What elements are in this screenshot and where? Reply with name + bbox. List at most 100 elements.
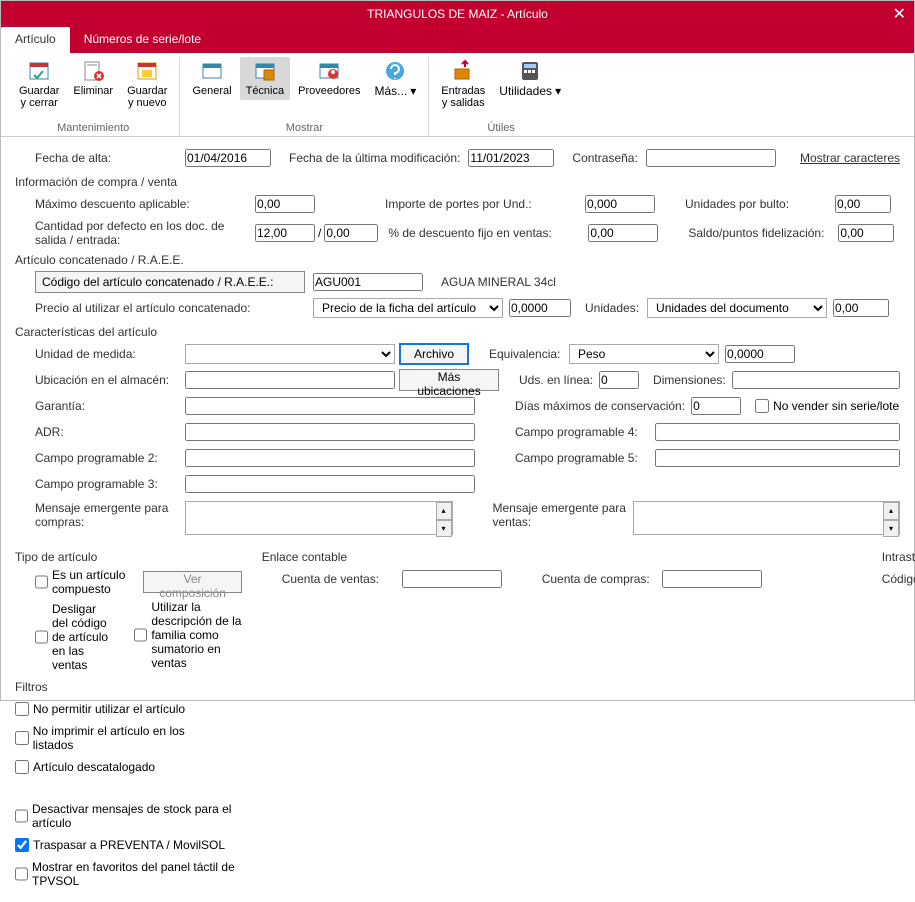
chk-usar-desc-familia[interactable]: Utilizar la descripción de la familia co…: [134, 600, 241, 670]
fecha-mod-input: [468, 149, 554, 167]
close-icon[interactable]: ✕: [893, 4, 906, 24]
tecnica-icon: [253, 59, 277, 83]
cuenta-ventas-input[interactable]: [402, 570, 502, 588]
lbl-dimensiones: Dimensiones:: [653, 373, 726, 387]
mas-icon: [383, 59, 407, 83]
titlebar: TRIANGULOS DE MAIZ - Artículo ✕: [1, 1, 914, 27]
lbl-importe-portes: Importe de portes por Und.:: [385, 197, 585, 211]
btn-guardar-cerrar[interactable]: Guardar y cerrar: [13, 57, 65, 111]
chk-compuesto[interactable]: Es un artículo compuesto: [35, 568, 143, 596]
ubic-input[interactable]: [185, 371, 395, 389]
chevron-down-icon: ▾: [410, 84, 416, 98]
ribbon-group-title: Útiles: [487, 120, 515, 136]
section-intrastat: Intrastat: [882, 550, 915, 564]
precio-concat-num: [509, 299, 571, 317]
chk-desligar[interactable]: Desligar del código de artículo en las v…: [35, 602, 114, 672]
lbl-uds-bulto: Unidades por bulto:: [685, 197, 835, 211]
proveedores-icon: [317, 59, 341, 83]
precio-concat-select[interactable]: Precio de la ficha del artículo: [313, 298, 503, 318]
btn-mas-ubic[interactable]: Más ubicaciones: [399, 369, 499, 391]
equiv-input[interactable]: [725, 345, 795, 363]
section-concat: Artículo concatenado / R.A.E.E.: [15, 253, 900, 267]
adr-input[interactable]: [185, 423, 475, 441]
lbl-fecha-alta: Fecha de alta:: [15, 151, 185, 165]
chk-desactivar-stock[interactable]: Desactivar mensajes de stock para el art…: [15, 802, 242, 830]
lbl-unidades: Unidades:: [585, 301, 639, 315]
btn-proveedores[interactable]: Proveedores: [292, 57, 366, 100]
section-tipo: Tipo de artículo: [15, 550, 242, 564]
btn-cod-concat[interactable]: Código del artículo concatenado / R.A.E.…: [35, 271, 305, 293]
chk-traspasar[interactable]: Traspasar a PREVENTA / MovilSOL: [15, 838, 225, 852]
spin-up-icon[interactable]: ▴: [883, 502, 899, 520]
importe-portes-input[interactable]: [585, 195, 655, 213]
entradas-icon: [451, 59, 475, 83]
dias-max-input[interactable]: [691, 397, 741, 415]
fecha-alta-input[interactable]: [185, 149, 271, 167]
cuenta-compras-input[interactable]: [662, 570, 762, 588]
btn-tecnica[interactable]: Técnica: [240, 57, 291, 100]
chk-descatalogado[interactable]: Artículo descatalogado: [15, 760, 155, 774]
unidades-select[interactable]: Unidades del documento: [647, 298, 827, 318]
lbl-contrasena: Contraseña:: [572, 151, 637, 165]
window-title: TRIANGULOS DE MAIZ - Artículo: [367, 7, 548, 21]
lbl-saldo: Saldo/puntos fidelización:: [688, 226, 838, 240]
btn-ver-composicion: Ver composición: [143, 571, 241, 593]
spin-down-icon[interactable]: ▾: [436, 520, 452, 538]
ribbon-group-title: Mantenimiento: [57, 120, 129, 136]
dimensiones-input[interactable]: [732, 371, 900, 389]
btn-eliminar[interactable]: Eliminar: [67, 57, 119, 111]
btn-mas[interactable]: Más... ▾: [369, 57, 423, 100]
link-mostrar-caracteres[interactable]: Mostrar caracteres: [800, 151, 900, 165]
msg-compras-input[interactable]: [185, 501, 453, 535]
lbl-max-desc: Máximo descuento aplicable:: [35, 197, 255, 211]
form-body: Fecha de alta: Fecha de la última modifi…: [1, 137, 914, 902]
tab-series[interactable]: Números de serie/lote: [70, 27, 215, 53]
ribbon-group-mantenimiento: Guardar y cerrar Eliminar Guardar y nuev…: [7, 57, 180, 136]
spin-down-icon[interactable]: ▾: [883, 520, 899, 538]
btn-guardar-nuevo[interactable]: Guardar y nuevo: [121, 57, 173, 111]
desc-fijo-input[interactable]: [588, 224, 658, 242]
lbl-msg-compras: Mensaje emergente para compras:: [35, 501, 185, 529]
lbl-precio-concat: Precio al utilizar el artículo concatena…: [35, 301, 295, 315]
lbl-cn8: Código estadístico CN8:: [882, 572, 915, 586]
ribbon-group-utiles: Entradas y salidas Utilidades ▾ Útiles: [429, 57, 573, 136]
utilidades-icon: [518, 59, 542, 83]
btn-utilidades[interactable]: Utilidades ▾: [493, 57, 567, 111]
tab-articulo[interactable]: Artículo: [1, 27, 70, 53]
max-desc-input[interactable]: [255, 195, 315, 213]
section-info-compra: Información de compra / venta: [15, 175, 900, 189]
uds-bulto-input[interactable]: [835, 195, 891, 213]
lbl-cp5: Campo programable 5:: [515, 451, 655, 465]
unidades-num: [833, 299, 889, 317]
ribbon-group-mostrar: General Técnica Proveedores Más... ▾ Mos…: [180, 57, 429, 136]
um-select[interactable]: [185, 344, 395, 364]
lbl-cuenta-compras: Cuenta de compras:: [542, 572, 662, 586]
cant-def-salida-input[interactable]: [255, 224, 315, 242]
garantia-input[interactable]: [185, 397, 475, 415]
lbl-fecha-mod: Fecha de la última modificación:: [289, 151, 460, 165]
uds-linea-input[interactable]: [599, 371, 639, 389]
lbl-garantia: Garantía:: [35, 399, 185, 413]
lbl-adr: ADR:: [35, 425, 185, 439]
equiv-select[interactable]: Peso: [569, 344, 719, 364]
cp4-input[interactable]: [655, 423, 900, 441]
btn-entradas-salidas[interactable]: Entradas y salidas: [435, 57, 491, 111]
chk-favoritos[interactable]: Mostrar en favoritos del panel táctil de…: [15, 860, 242, 888]
btn-archivo[interactable]: Archivo: [399, 343, 469, 365]
lbl-ubic: Ubicación en el almacén:: [35, 373, 185, 387]
spin-up-icon[interactable]: ▴: [436, 502, 452, 520]
cod-concat-input[interactable]: [313, 273, 423, 291]
saldo-input[interactable]: [838, 224, 894, 242]
lbl-dias-max: Días máximos de conservación:: [515, 399, 685, 413]
contrasena-input[interactable]: [646, 149, 776, 167]
lbl-uds-linea: Uds. en línea:: [519, 373, 593, 387]
chk-no-imprimir[interactable]: No imprimir el artículo en los listados: [15, 724, 225, 752]
cp2-input[interactable]: [185, 449, 475, 467]
btn-general[interactable]: General: [186, 57, 237, 100]
chk-no-vender[interactable]: No vender sin serie/lote: [755, 399, 899, 413]
chk-no-permitir[interactable]: No permitir utilizar el artículo: [15, 702, 185, 716]
cp5-input[interactable]: [655, 449, 900, 467]
cant-def-entrada-input[interactable]: [324, 224, 378, 242]
cp3-input[interactable]: [185, 475, 475, 493]
msg-ventas-input[interactable]: [633, 501, 901, 535]
